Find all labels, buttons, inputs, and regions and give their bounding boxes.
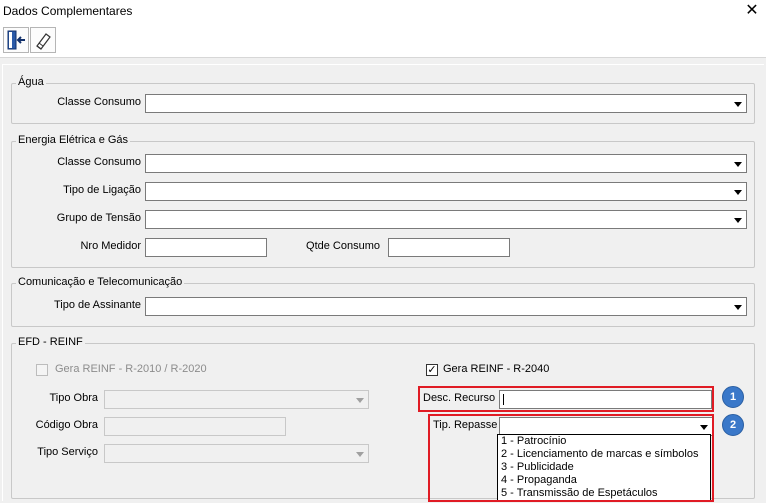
codigo-obra-input[interactable] [104, 417, 286, 436]
highlight-desc-recurso [418, 386, 714, 412]
eraser-icon [36, 33, 51, 50]
toolbar [0, 24, 766, 58]
comunicacao-legend: Comunicação e Telecomunicação [16, 276, 185, 288]
exit-button[interactable] [3, 27, 29, 53]
annotation-badge-1: 1 [722, 386, 744, 408]
agua-group: Água Classe Consumo [11, 76, 755, 124]
comunicacao-group: Comunicação e Telecomunicação Tipo de As… [11, 276, 755, 327]
tipo-ligacao-select[interactable] [145, 182, 747, 201]
annotation-badge-2: 2 [722, 414, 744, 436]
chevron-down-icon[interactable] [730, 156, 745, 171]
energia-group: Energia Elétrica e Gás Classe Consumo Ti… [11, 134, 755, 268]
chevron-down-icon[interactable] [730, 299, 745, 314]
highlight-tip-repasse [428, 414, 714, 502]
agua-classe-consumo-label: Classe Consumo [57, 96, 141, 108]
tipo-servico-label: Tipo Serviço [37, 446, 98, 458]
tipo-assinante-label: Tipo de Assinante [53, 299, 141, 311]
gera-reinf-2040-checkbox[interactable]: ✓ [426, 364, 438, 376]
tipo-obra-label: Tipo Obra [49, 392, 98, 404]
chevron-down-icon[interactable] [730, 184, 745, 199]
tipo-obra-select[interactable] [104, 390, 369, 409]
exit-door-icon [7, 30, 25, 50]
chevron-down-icon[interactable] [730, 96, 745, 111]
grupo-tensao-select[interactable] [145, 210, 747, 229]
qtde-consumo-label: Qtde Consumo [306, 240, 380, 252]
codigo-obra-label: Código Obra [35, 419, 98, 431]
chevron-down-icon[interactable] [352, 392, 367, 407]
tipo-ligacao-label: Tipo de Ligação [63, 184, 141, 196]
agua-legend: Água [16, 76, 46, 88]
grupo-tensao-label: Grupo de Tensão [56, 212, 141, 224]
energia-classe-consumo-label: Classe Consumo [57, 156, 141, 168]
tipo-assinante-select[interactable] [145, 297, 747, 316]
qtde-consumo-input[interactable] [388, 238, 510, 257]
energia-classe-consumo-select[interactable] [145, 154, 747, 173]
gera-reinf-2010-checkbox[interactable] [36, 364, 48, 376]
chevron-down-icon[interactable] [352, 446, 367, 461]
tipo-servico-select[interactable] [104, 444, 369, 463]
window-title: Dados Complementares [3, 4, 133, 18]
gera-reinf-2010-label: Gera REINF - R-2010 / R-2020 [55, 363, 207, 375]
clear-button[interactable] [30, 27, 56, 53]
nro-medidor-label: Nro Medidor [80, 240, 141, 252]
nro-medidor-input[interactable] [145, 238, 267, 257]
energia-legend: Energia Elétrica e Gás [16, 134, 131, 146]
efd-legend: EFD - REINF [16, 336, 85, 348]
close-icon[interactable]: ✕ [742, 1, 762, 21]
agua-classe-consumo-select[interactable] [145, 94, 747, 113]
title-bar: Dados Complementares ✕ [0, 0, 766, 24]
chevron-down-icon[interactable] [730, 212, 745, 227]
gera-reinf-2040-label: Gera REINF - R-2040 [443, 363, 550, 375]
